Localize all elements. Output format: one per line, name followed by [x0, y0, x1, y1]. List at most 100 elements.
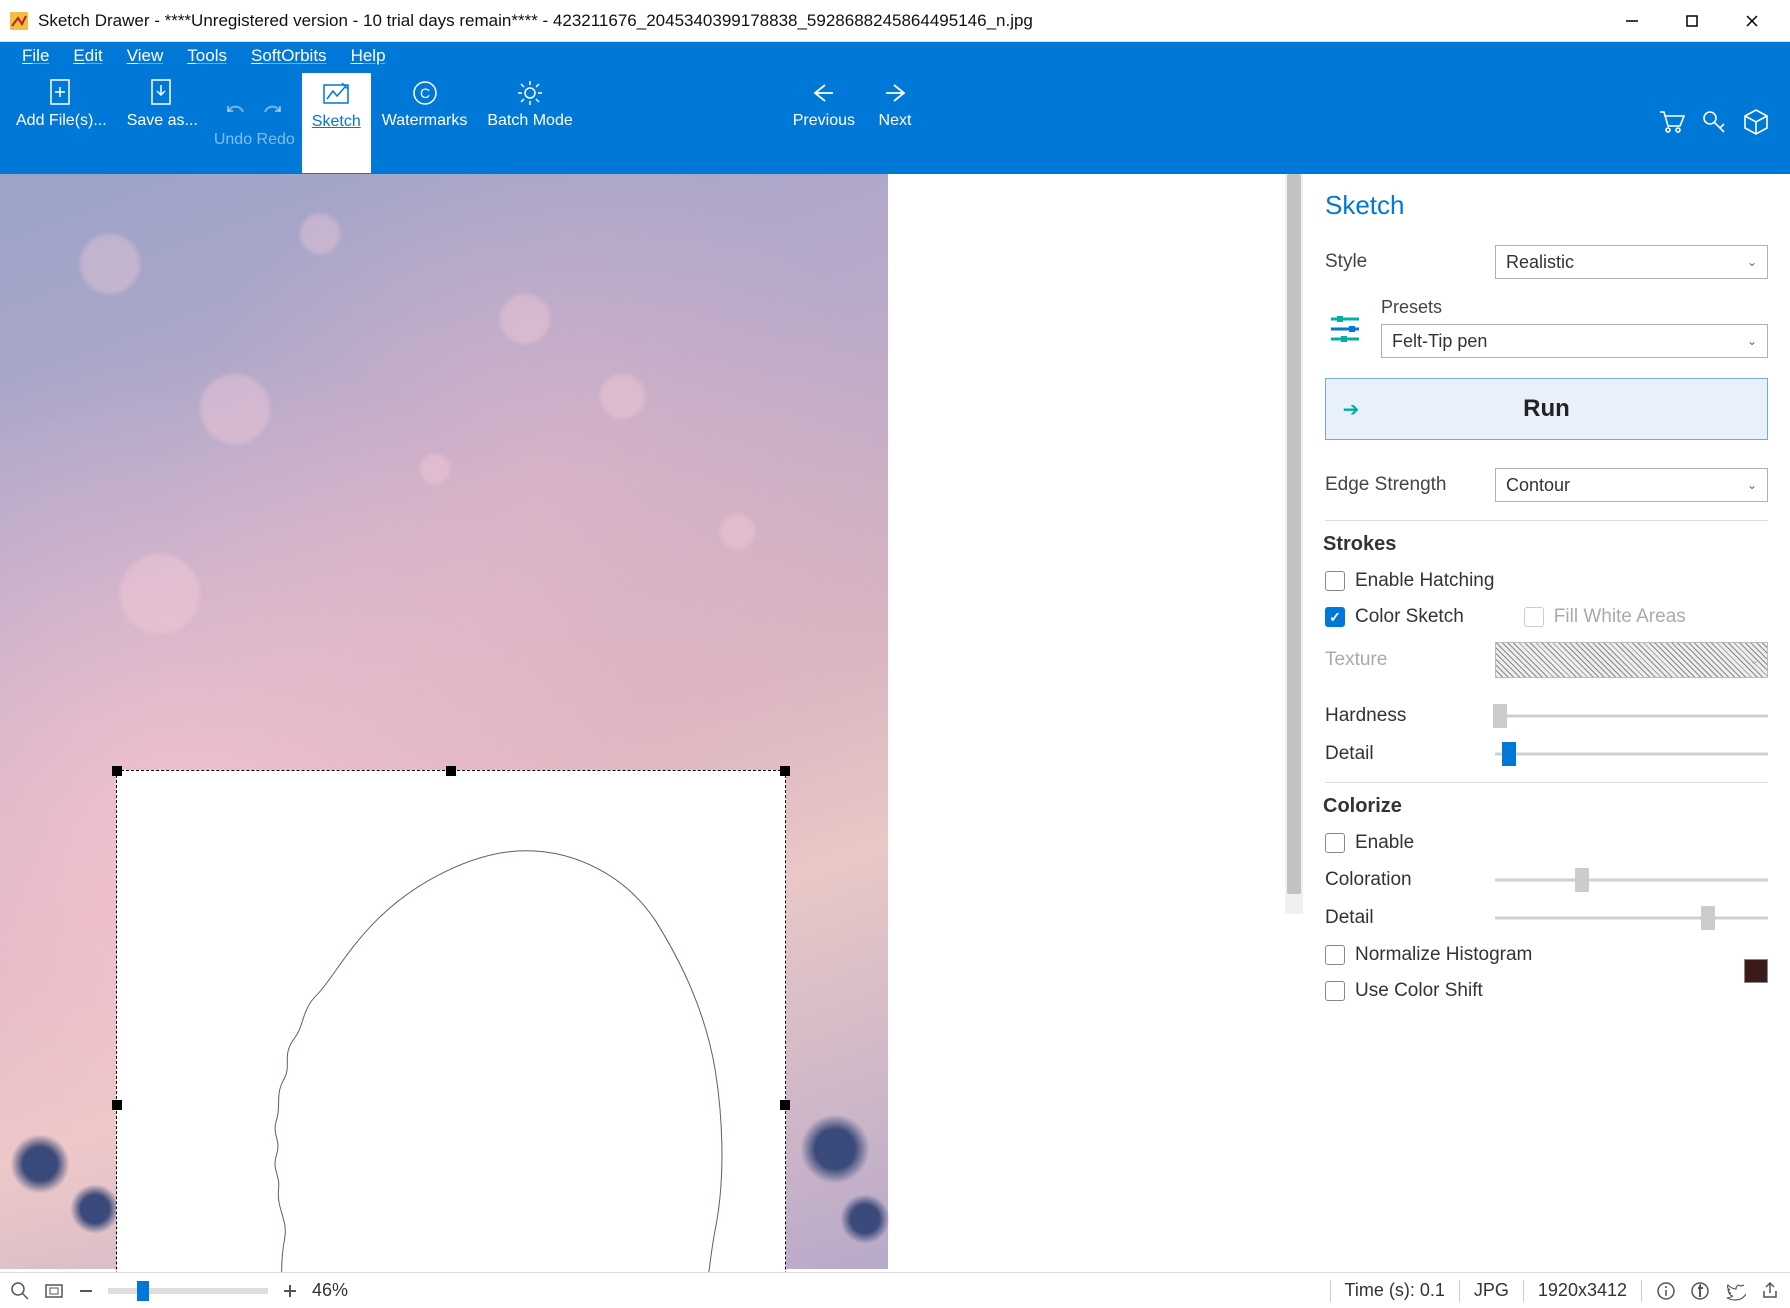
fit-screen-icon[interactable]	[44, 1281, 64, 1301]
minimize-button[interactable]	[1602, 0, 1662, 42]
color-sketch-checkbox[interactable]	[1325, 607, 1345, 627]
texture-label: Texture	[1325, 649, 1495, 671]
watermarks-button[interactable]: C Watermarks	[372, 72, 478, 174]
status-dimensions: 1920x3412	[1538, 1280, 1627, 1301]
zoom-percent: 46%	[312, 1280, 348, 1301]
strokes-group: Strokes Enable Hatching Color Sketch Fil…	[1325, 520, 1768, 766]
arrow-right-icon	[882, 76, 908, 110]
add-files-button[interactable]: Add File(s)...	[6, 72, 117, 174]
menu-tools[interactable]: Tools	[175, 44, 239, 68]
info-icon[interactable]	[1656, 1281, 1676, 1301]
edge-strength-select[interactable]: Contour ⌄	[1495, 468, 1768, 502]
chevron-down-icon: ⌄	[1747, 255, 1757, 269]
sketch-label: Sketch	[312, 113, 361, 131]
coloration-slider	[1495, 868, 1768, 892]
style-label: Style	[1325, 251, 1495, 273]
color-sketch-label: Color Sketch	[1355, 606, 1464, 628]
normalize-histogram-label: Normalize Histogram	[1355, 944, 1532, 966]
color-shift-checkbox[interactable]	[1325, 981, 1345, 1001]
strokes-title: Strokes	[1323, 533, 1768, 556]
save-as-label: Save as...	[127, 112, 198, 130]
presets-icon[interactable]	[1325, 307, 1365, 347]
canvas-area[interactable]	[0, 174, 1303, 1272]
previous-button[interactable]: Previous	[783, 72, 865, 174]
close-button[interactable]	[1722, 0, 1782, 42]
main-area: Sketch Style Realistic ⌄ Presets Felt-Ti…	[0, 174, 1790, 1272]
canvas-scrollbar[interactable]	[1285, 174, 1303, 914]
zoom-out-icon[interactable]	[78, 1283, 94, 1299]
run-button[interactable]: ➔ Run	[1325, 378, 1768, 440]
hardness-slider	[1495, 704, 1768, 728]
previous-label: Previous	[793, 112, 855, 130]
ribbon-right-icons	[1658, 72, 1782, 174]
add-files-label: Add File(s)...	[16, 112, 107, 130]
enable-hatching-label: Enable Hatching	[1355, 570, 1494, 592]
colorize-detail-label: Detail	[1325, 907, 1495, 929]
fill-white-checkbox	[1524, 607, 1544, 627]
batch-mode-button[interactable]: Batch Mode	[477, 72, 582, 174]
statusbar: 46% Time (s): 0.1 JPG 1920x3412	[0, 1272, 1790, 1308]
menu-view[interactable]: View	[115, 44, 176, 68]
status-format: JPG	[1474, 1280, 1509, 1301]
selection-box[interactable]	[116, 770, 786, 1272]
sketch-icon	[322, 77, 350, 111]
svg-text:C: C	[419, 85, 429, 101]
toolbar-ribbon: Add File(s)... Save as... Undo Redo Sket…	[0, 70, 1790, 174]
watermarks-icon: C	[411, 76, 439, 110]
style-select[interactable]: Realistic ⌄	[1495, 245, 1768, 279]
cart-icon[interactable]	[1658, 108, 1686, 139]
colorize-enable-checkbox[interactable]	[1325, 833, 1345, 853]
facebook-icon[interactable]	[1690, 1281, 1710, 1301]
package-icon[interactable]	[1742, 107, 1770, 140]
add-file-icon	[48, 76, 74, 110]
status-time: Time (s): 0.1	[1345, 1280, 1445, 1301]
next-label: Next	[879, 112, 912, 130]
zoom-in-icon[interactable]	[282, 1283, 298, 1299]
key-icon[interactable]	[1700, 108, 1728, 139]
menu-edit[interactable]: Edit	[61, 44, 114, 68]
edge-strength-label: Edge Strength	[1325, 474, 1495, 496]
colorize-enable-label: Enable	[1355, 832, 1414, 854]
normalize-histogram-checkbox[interactable]	[1325, 945, 1345, 965]
twitter-icon[interactable]	[1724, 1281, 1746, 1301]
colorize-detail-slider	[1495, 906, 1768, 930]
menubar: File Edit View Tools SoftOrbits Help	[0, 42, 1790, 70]
undo-icon	[225, 102, 249, 127]
zoom-slider[interactable]	[108, 1288, 268, 1294]
save-as-button[interactable]: Save as...	[117, 72, 208, 174]
strokes-detail-label: Detail	[1325, 743, 1495, 765]
run-arrow-icon: ➔	[1326, 397, 1376, 422]
menu-softorbits[interactable]: SoftOrbits	[239, 44, 339, 68]
right-panel: Sketch Style Realistic ⌄ Presets Felt-Ti…	[1303, 174, 1790, 1272]
redo-icon	[259, 102, 283, 127]
next-button[interactable]: Next	[865, 72, 925, 174]
chevron-down-icon: ⌄	[1747, 478, 1757, 492]
coloration-label: Coloration	[1325, 869, 1495, 891]
panel-title: Sketch	[1325, 190, 1768, 221]
watermarks-label: Watermarks	[382, 112, 468, 130]
hardness-label: Hardness	[1325, 705, 1495, 727]
menu-file[interactable]: File	[10, 44, 61, 68]
color-shift-label: Use Color Shift	[1355, 980, 1483, 1002]
share-icon[interactable]	[1760, 1281, 1780, 1301]
color-swatch[interactable]	[1744, 959, 1768, 983]
menu-help[interactable]: Help	[339, 44, 398, 68]
window-controls	[1602, 0, 1782, 42]
window-title: Sketch Drawer - ****Unregistered version…	[38, 11, 1602, 31]
maximize-button[interactable]	[1662, 0, 1722, 42]
window-titlebar: Sketch Drawer - ****Unregistered version…	[0, 0, 1790, 42]
arrow-left-icon	[811, 76, 837, 110]
sketch-button[interactable]: Sketch	[301, 72, 372, 174]
zoom-actual-icon[interactable]	[10, 1281, 30, 1301]
run-label: Run	[1376, 395, 1767, 423]
batch-mode-label: Batch Mode	[487, 112, 572, 130]
enable-hatching-checkbox[interactable]	[1325, 571, 1345, 591]
app-icon	[8, 10, 30, 32]
sketch-outline	[117, 771, 785, 1272]
presets-select[interactable]: Felt-Tip pen ⌄	[1381, 324, 1768, 358]
strokes-detail-slider[interactable]	[1495, 742, 1768, 766]
chevron-down-icon: ⌄	[1747, 334, 1757, 348]
style-value: Realistic	[1506, 252, 1574, 273]
fill-white-label: Fill White Areas	[1554, 606, 1686, 628]
undo-redo-group: Undo Redo	[208, 72, 301, 174]
